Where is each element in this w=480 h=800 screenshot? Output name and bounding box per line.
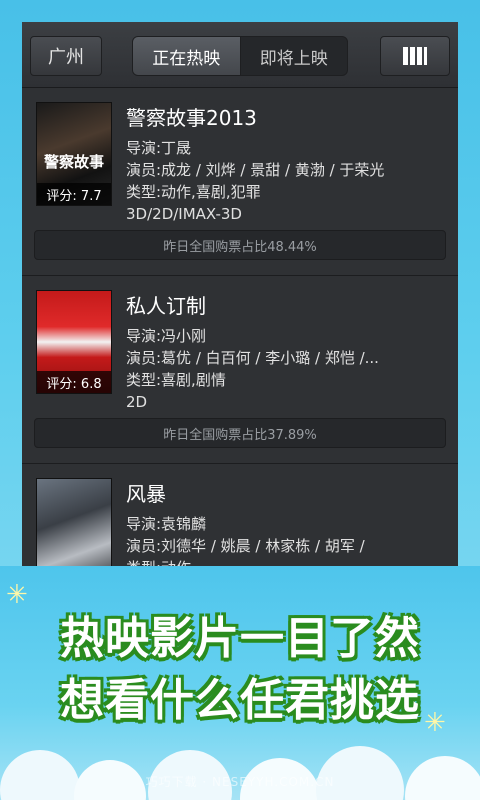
movie-cast: 演员:成龙 / 刘烨 / 景甜 / 黄渤 / 于荣光 bbox=[126, 161, 385, 179]
movie-director: 导演:冯小刚 bbox=[126, 327, 207, 345]
movie-poster: 警察故事 评分: 7.7 bbox=[36, 102, 112, 206]
tab-switcher: 正在热映 即将上映 bbox=[132, 36, 348, 76]
ticket-share-bar: 昨日全国购票占比48.44% bbox=[34, 230, 446, 260]
app-screen: 广州 正在热映 即将上映 警察故事 评分: 7.7 警察故事2013 导演:丁晟… bbox=[22, 22, 458, 622]
movie-format: 2D bbox=[126, 393, 148, 411]
list-item[interactable]: 评分: 6.8 私人订制 导演:冯小刚 演员:葛优 / 白百何 / 李小璐 / … bbox=[22, 276, 458, 464]
poster-title-text: 警察故事 bbox=[43, 153, 104, 171]
movie-genre: 类型:动作,喜剧,犯罪 bbox=[126, 183, 261, 201]
tab-coming-soon[interactable]: 即将上映 bbox=[241, 37, 348, 75]
movie-cast: 演员:葛优 / 白百何 / 李小璐 / 郑恺 /... bbox=[126, 349, 379, 367]
movie-genre: 类型:喜剧,剧情 bbox=[126, 371, 226, 389]
banner-slogan-line2: 想看什么任君挑选 bbox=[60, 675, 420, 726]
grid-view-button[interactable] bbox=[380, 36, 450, 76]
movie-director: 导演:袁锦麟 bbox=[126, 515, 207, 533]
rating-badge: 评分: 7.7 bbox=[37, 183, 111, 205]
rating-badge: 评分: 6.8 bbox=[37, 371, 111, 393]
banner-slogan-line1: 热映影片一目了然 bbox=[60, 613, 420, 664]
movie-format: 3D/2D/IMAX-3D bbox=[126, 205, 242, 223]
city-button[interactable]: 广州 bbox=[30, 36, 102, 76]
movie-cast: 演员:刘德华 / 姚晨 / 林家栋 / 胡军 / bbox=[126, 537, 365, 555]
movie-title: 警察故事2013 bbox=[126, 106, 257, 130]
grid-view-icon bbox=[403, 47, 427, 65]
top-bar: 广州 正在热映 即将上映 bbox=[22, 22, 458, 88]
tab-now-showing[interactable]: 正在热映 bbox=[133, 37, 241, 75]
promo-banner: ✳ ✳ 热映影片一目了然 想看什么任君挑选 巧巧下载 · NESEYYH.COM… bbox=[0, 566, 480, 800]
list-item[interactable]: 警察故事 评分: 7.7 警察故事2013 导演:丁晟 演员:成龙 / 刘烨 /… bbox=[22, 88, 458, 276]
movie-director: 导演:丁晟 bbox=[126, 139, 192, 157]
movie-poster: 评分: 6.8 bbox=[36, 290, 112, 394]
movie-title: 风暴 bbox=[126, 482, 166, 506]
ticket-share-bar: 昨日全国购票占比37.89% bbox=[34, 418, 446, 448]
movie-title: 私人订制 bbox=[126, 294, 206, 318]
watermark-text: 巧巧下载 · NESEYYH.COM.CN bbox=[145, 775, 335, 789]
